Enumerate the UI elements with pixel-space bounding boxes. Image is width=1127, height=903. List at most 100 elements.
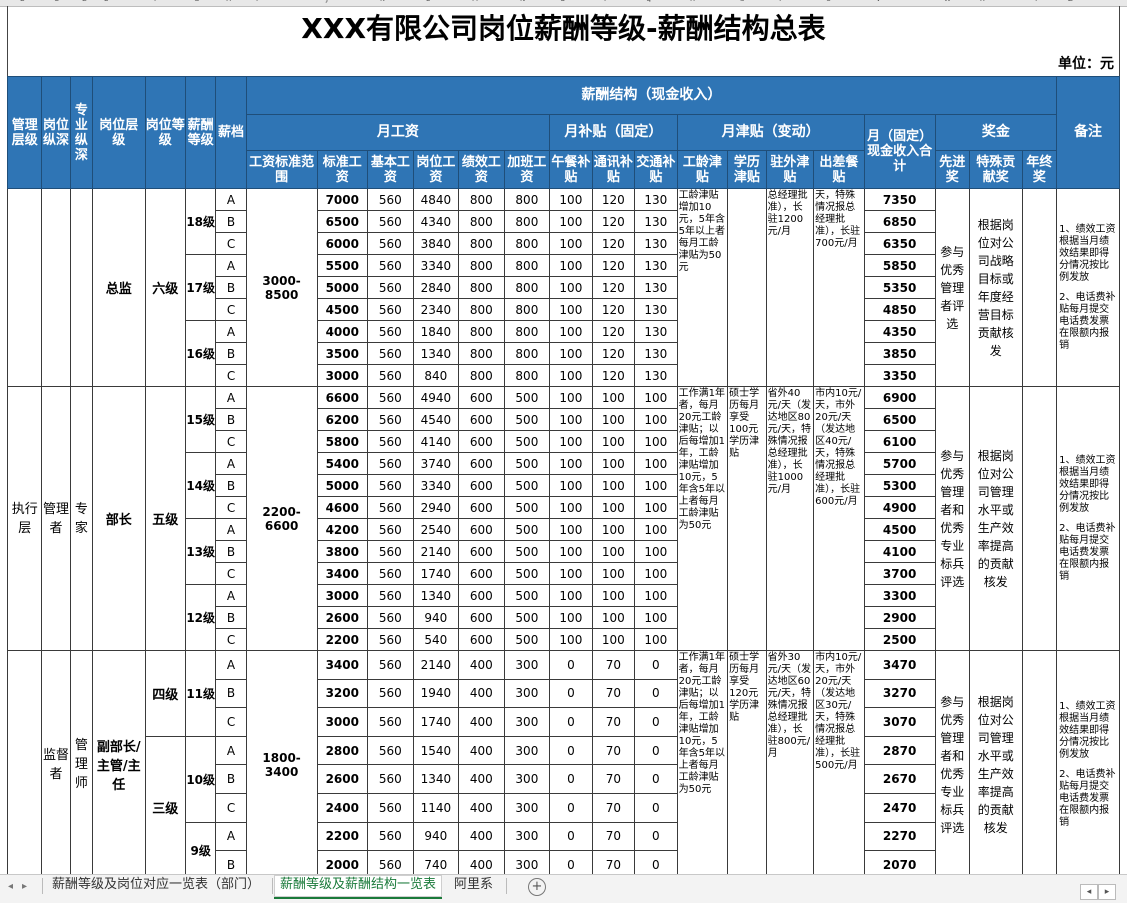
traffic-cell[interactable]: 100 bbox=[635, 409, 677, 431]
pay-step-cell[interactable]: C bbox=[216, 708, 246, 737]
column-letter[interactable]: Y bbox=[1034, 0, 1038, 3]
meal-cell[interactable]: 100 bbox=[550, 233, 592, 255]
base-wage-cell[interactable]: 560 bbox=[368, 708, 414, 737]
pay-step-cell[interactable]: B bbox=[216, 765, 246, 794]
pay-grade-cell[interactable]: 17级 bbox=[186, 255, 216, 321]
column-letter[interactable]: N bbox=[520, 0, 525, 3]
comm-cell[interactable]: 120 bbox=[592, 211, 634, 233]
meal-cell[interactable]: 100 bbox=[550, 277, 592, 299]
pay-grade-cell[interactable]: 11级 bbox=[186, 651, 216, 737]
tab-scroll-right-icon[interactable]: ▸ bbox=[22, 881, 27, 892]
monthly-total-cell[interactable]: 5850 bbox=[864, 255, 935, 277]
pay-step-cell[interactable]: B bbox=[216, 277, 246, 299]
comm-cell[interactable]: 120 bbox=[592, 343, 634, 365]
wage-range-cell[interactable]: 3000-8500 bbox=[246, 189, 317, 387]
pay-step-cell[interactable]: C bbox=[216, 431, 246, 453]
pay-step-cell[interactable]: C bbox=[216, 563, 246, 585]
base-wage-cell[interactable]: 560 bbox=[368, 765, 414, 794]
ot-wage-cell[interactable]: 300 bbox=[504, 736, 550, 765]
hdr-monthly-subsidy[interactable]: 月补贴（固定） bbox=[550, 115, 677, 151]
pos-grade-cell[interactable]: 四级 bbox=[145, 651, 185, 737]
meal-cell[interactable]: 0 bbox=[550, 765, 592, 794]
comm-cell[interactable]: 100 bbox=[592, 475, 634, 497]
std-wage-cell[interactable]: 2000 bbox=[317, 851, 368, 874]
pay-grade-cell[interactable]: 18级 bbox=[186, 189, 216, 255]
monthly-total-cell[interactable]: 6350 bbox=[864, 233, 935, 255]
comm-cell[interactable]: 100 bbox=[592, 431, 634, 453]
ot-wage-cell[interactable]: 300 bbox=[504, 822, 550, 851]
post-wage-cell[interactable]: 2140 bbox=[413, 651, 459, 680]
column-letter[interactable]: S bbox=[740, 0, 744, 3]
perf-wage-cell[interactable]: 400 bbox=[459, 793, 505, 822]
traffic-cell[interactable]: 0 bbox=[635, 793, 677, 822]
pay-step-cell[interactable]: C bbox=[216, 793, 246, 822]
std-wage-cell[interactable]: 3800 bbox=[317, 541, 368, 563]
ot-wage-cell[interactable]: 800 bbox=[504, 255, 550, 277]
monthly-total-cell[interactable]: 7350 bbox=[864, 189, 935, 211]
std-wage-cell[interactable]: 5400 bbox=[317, 453, 368, 475]
base-wage-cell[interactable]: 560 bbox=[368, 541, 414, 563]
comm-cell[interactable]: 100 bbox=[592, 409, 634, 431]
std-wage-cell[interactable]: 4600 bbox=[317, 497, 368, 519]
traffic-cell[interactable]: 100 bbox=[635, 519, 677, 541]
post-wage-cell[interactable]: 1340 bbox=[413, 343, 459, 365]
meal-cell[interactable]: 0 bbox=[550, 651, 592, 680]
ot-wage-cell[interactable]: 500 bbox=[504, 387, 550, 409]
meal-cell[interactable]: 0 bbox=[550, 736, 592, 765]
monthly-total-cell[interactable]: 4500 bbox=[864, 519, 935, 541]
traffic-cell[interactable]: 130 bbox=[635, 211, 677, 233]
pos-grade-cell[interactable]: 六级 bbox=[145, 189, 185, 387]
post-wage-cell[interactable]: 2840 bbox=[413, 277, 459, 299]
special-bonus-cell[interactable]: 根据岗位对公司管理水平或生产效率提高的贡献核发 bbox=[969, 651, 1022, 875]
meal-cell[interactable]: 100 bbox=[550, 629, 592, 651]
hdr-monthly-allowance[interactable]: 月津贴（变动） bbox=[677, 115, 864, 151]
traffic-cell[interactable]: 100 bbox=[635, 541, 677, 563]
traffic-cell[interactable]: 130 bbox=[635, 299, 677, 321]
column-letter[interactable]: T bbox=[778, 0, 782, 3]
ot-wage-cell[interactable]: 800 bbox=[504, 343, 550, 365]
base-wage-cell[interactable]: 560 bbox=[368, 497, 414, 519]
comm-cell[interactable]: 100 bbox=[592, 585, 634, 607]
seniority-note[interactable]: 工作满1年者，每月20元工龄津贴；以后每增加1年，工龄津贴增加10元，5年含5年… bbox=[677, 387, 728, 651]
std-wage-cell[interactable]: 5000 bbox=[317, 475, 368, 497]
std-wage-cell[interactable]: 2200 bbox=[317, 822, 368, 851]
hdr-traffic[interactable]: 交通补贴 bbox=[635, 151, 677, 189]
post-wage-cell[interactable]: 4840 bbox=[413, 189, 459, 211]
perf-wage-cell[interactable]: 600 bbox=[459, 607, 505, 629]
traffic-cell[interactable]: 100 bbox=[635, 453, 677, 475]
meal-cell[interactable]: 100 bbox=[550, 409, 592, 431]
meal-cell[interactable]: 0 bbox=[550, 851, 592, 874]
ot-wage-cell[interactable]: 800 bbox=[504, 365, 550, 387]
pay-step-cell[interactable]: B bbox=[216, 475, 246, 497]
traffic-cell[interactable]: 130 bbox=[635, 189, 677, 211]
hdr-base-wage[interactable]: 基本工资 bbox=[368, 151, 414, 189]
comm-cell[interactable]: 70 bbox=[592, 851, 634, 874]
comm-cell[interactable]: 120 bbox=[592, 233, 634, 255]
base-wage-cell[interactable]: 560 bbox=[368, 629, 414, 651]
meal-cell[interactable]: 100 bbox=[550, 189, 592, 211]
traffic-cell[interactable]: 130 bbox=[635, 255, 677, 277]
traffic-cell[interactable]: 100 bbox=[635, 585, 677, 607]
post-wage-cell[interactable]: 2340 bbox=[413, 299, 459, 321]
pay-step-cell[interactable]: B bbox=[216, 409, 246, 431]
ot-wage-cell[interactable]: 800 bbox=[504, 321, 550, 343]
hdr-meal[interactable]: 午餐补贴 bbox=[550, 151, 592, 189]
perf-wage-cell[interactable]: 600 bbox=[459, 519, 505, 541]
meal-cell[interactable]: 100 bbox=[550, 343, 592, 365]
hdr-comm[interactable]: 通讯补贴 bbox=[592, 151, 634, 189]
hdr-education[interactable]: 学历津贴 bbox=[728, 151, 766, 189]
ot-wage-cell[interactable]: 500 bbox=[504, 431, 550, 453]
comm-cell[interactable]: 100 bbox=[592, 387, 634, 409]
std-wage-cell[interactable]: 3000 bbox=[317, 365, 368, 387]
meal-cell[interactable]: 100 bbox=[550, 497, 592, 519]
pay-grade-cell[interactable]: 15级 bbox=[186, 387, 216, 453]
meal-cell[interactable]: 100 bbox=[550, 211, 592, 233]
tab-scroll-left-icon[interactable]: ◂ bbox=[8, 881, 13, 892]
monthly-total-cell[interactable]: 2470 bbox=[864, 793, 935, 822]
comm-cell[interactable]: 70 bbox=[592, 708, 634, 737]
post-wage-cell[interactable]: 1140 bbox=[413, 793, 459, 822]
education-note[interactable]: 硕士学历每月享受100元学历津贴 bbox=[728, 387, 766, 651]
post-wage-cell[interactable]: 1940 bbox=[413, 679, 459, 708]
hdr-pay-step[interactable]: 薪档 bbox=[216, 77, 246, 189]
base-wage-cell[interactable]: 560 bbox=[368, 211, 414, 233]
